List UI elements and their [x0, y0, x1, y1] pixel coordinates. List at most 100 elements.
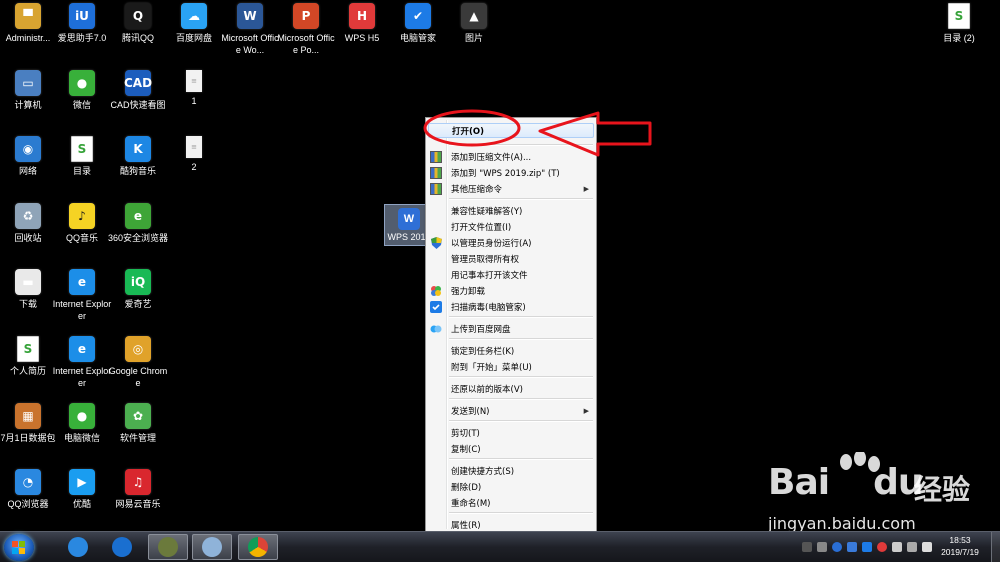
context-menu-item-6[interactable]: 以管理员身份运行(A)	[428, 235, 594, 250]
keyboard-icon[interactable]	[817, 542, 827, 552]
desktop-icon-label: CAD快速看图	[110, 100, 166, 110]
desktop-icon-5[interactable]: P Microsoft Office Po...	[277, 0, 335, 56]
desktop-icon-6[interactable]: H WPS H5	[334, 0, 390, 44]
help-icon[interactable]	[832, 542, 842, 552]
tray-arrow-icon[interactable]	[802, 542, 812, 552]
desktop-icon-11[interactable]: ● 微信	[54, 67, 110, 111]
show-desktop-button[interactable]	[991, 532, 1000, 562]
desktop-icon-28[interactable]: ● 电脑微信	[54, 400, 110, 444]
taskbar-app-2[interactable]	[148, 534, 188, 560]
menu-separator	[449, 398, 593, 400]
shield-icon[interactable]	[847, 542, 857, 552]
uac-shield-icon	[430, 236, 442, 249]
desktop-icon-10[interactable]: ▭ 计算机	[0, 67, 56, 111]
desktop-icon-2[interactable]: Q 腾讯QQ	[110, 0, 166, 44]
software-manager-icon: ✿	[125, 403, 151, 429]
context-menu-item-5[interactable]: 打开文件位置(I)	[428, 219, 594, 234]
submenu-arrow-icon: ▶	[583, 406, 589, 415]
iqiyi-icon: iQ	[125, 269, 151, 295]
context-menu-item-13[interactable]: 附到「开始」菜单(U)	[428, 359, 594, 374]
baidu-netdisk-icon	[430, 323, 442, 335]
context-menu-item-12[interactable]: 锁定到任务栏(K)	[428, 343, 594, 358]
desktop-icon-27[interactable]: ▦ 7月1日数据包	[0, 400, 56, 444]
qq-tray-icon[interactable]	[877, 542, 887, 552]
desktop-icon-label: QQ音乐	[65, 233, 98, 243]
taskbar-app-0[interactable]	[58, 534, 98, 560]
desktop-icon-23[interactable]: iQ 爱奇艺	[110, 266, 166, 310]
qq-icon	[158, 537, 178, 557]
context-menu-item-17[interactable]: 复制(C)	[428, 441, 594, 456]
context-menu-label: 重命名(M)	[451, 498, 491, 509]
context-menu-item-20[interactable]: 重命名(M)	[428, 495, 594, 510]
desktop-icon-15[interactable]: S 目录	[54, 133, 110, 177]
desktop-icon-26[interactable]: ◎ Google Chrome	[108, 333, 168, 389]
context-menu-item-2[interactable]: 添加到 "WPS 2019.zip" (T)	[428, 165, 594, 180]
desktop-icon-label: 360安全浏览器	[107, 233, 169, 243]
speaker-icon[interactable]	[892, 542, 902, 552]
context-menu-item-7[interactable]: 管理员取得所有权	[428, 251, 594, 266]
desktop-icon-label: Internet Explorer	[52, 366, 112, 388]
context-menu-item-4[interactable]: 兼容性疑难解答(Y)	[428, 203, 594, 218]
context-menu-item-8[interactable]: 用记事本打开该文件	[428, 267, 594, 282]
desktop-icon-8[interactable]: ▲ 图片	[446, 0, 502, 44]
context-menu-item-11[interactable]: 上传到百度网盘	[428, 321, 594, 336]
baidu-jingyan-watermark: Bai du 经验 jingyan.baidu.com	[760, 450, 995, 540]
start-button[interactable]	[4, 534, 34, 561]
desktop-icon-label: 爱思助手7.0	[57, 33, 107, 43]
desktop-icon-label: 电脑管家	[399, 33, 436, 43]
desktop-icon-24[interactable]: S 个人简历	[0, 333, 56, 377]
desktop-icon-16[interactable]: K 酷狗音乐	[110, 133, 166, 177]
desktop-icon-22[interactable]: e Internet Explorer	[53, 266, 111, 322]
context-menu-item-15[interactable]: 发送到(N) ▶	[428, 403, 594, 418]
desktop-icon-20[interactable]: e 360安全浏览器	[107, 200, 169, 244]
taskbar-app-3[interactable]	[192, 534, 232, 560]
context-menu-item-10[interactable]: 扫描病毒(电脑管家)	[428, 299, 594, 314]
desktop-icon-label: WPS H5	[344, 33, 380, 43]
desktop-icon-14[interactable]: ◉ 网络	[0, 133, 56, 177]
taskbar-app-1[interactable]	[102, 534, 142, 560]
context-menu-item-21[interactable]: 属性(R)	[428, 517, 594, 532]
context-menu-item-16[interactable]: 剪切(T)	[428, 425, 594, 440]
context-menu-item-1[interactable]: 添加到压缩文件(A)...	[428, 149, 594, 164]
desktop-icon-17[interactable]: ≡ 2	[166, 133, 222, 173]
desktop-icon-29[interactable]: ✿ 软件管理	[110, 400, 166, 444]
winrar-icon	[430, 166, 442, 179]
context-menu-label: 用记事本打开该文件	[451, 270, 528, 281]
desktop-icon-1[interactable]: iU 爱思助手7.0	[54, 0, 110, 44]
context-menu-label: 以管理员身份运行(A)	[451, 238, 532, 249]
context-menu-item-3[interactable]: 其他压缩命令 ▶	[428, 181, 594, 196]
desktop-icon-12[interactable]: CAD CAD快速看图	[110, 67, 166, 111]
desktop-icon-4[interactable]: W Microsoft Office Wo...	[221, 0, 279, 56]
desktop-icon-13[interactable]: ≡ 1	[166, 67, 222, 107]
system-tray	[802, 540, 932, 554]
taskbar-app-4[interactable]	[238, 534, 278, 560]
chrome-icon: ◎	[125, 336, 151, 362]
context-menu-item-14[interactable]: 还原以前的版本(V)	[428, 381, 594, 396]
desktop-icon-18[interactable]: ♻ 回收站	[0, 200, 56, 244]
baidu-netdisk-icon: ☁	[181, 3, 207, 29]
desktop-icon-3[interactable]: ☁ 百度网盘	[166, 0, 222, 44]
context-menu-item-19[interactable]: 删除(D)	[428, 479, 594, 494]
desktop-icon-7[interactable]: ✔ 电脑管家	[390, 0, 446, 44]
menu-separator	[449, 376, 593, 378]
context-menu-item-0[interactable]: 打开(O)	[428, 123, 594, 138]
desktop-icon-21[interactable]: ▬ 下载	[0, 266, 56, 310]
desktop-icon-32[interactable]: ♫ 网易云音乐	[110, 466, 166, 510]
menu-separator	[449, 316, 593, 318]
desktop-icon-19[interactable]: ♪ QQ音乐	[54, 200, 110, 244]
desktop-icon-30[interactable]: ◔ QQ浏览器	[0, 466, 56, 510]
context-menu-item-9[interactable]: 强力卸载	[428, 283, 594, 298]
network-tray-icon[interactable]	[907, 542, 917, 552]
clock[interactable]: 18:53 2019/7/19	[934, 534, 986, 558]
desktop-icon-9[interactable]: S 目录 (2)	[931, 0, 987, 44]
taskbar: 18:53 2019/7/19	[0, 531, 1000, 562]
desktop-icon-25[interactable]: e Internet Explorer	[52, 333, 112, 389]
flag-tray-icon[interactable]	[922, 542, 932, 552]
desktop-icon-label: 网易云音乐	[115, 499, 161, 509]
desktop-icon-label: Google Chrome	[108, 366, 168, 388]
desktop-icon-0[interactable]: ▀ Administr...	[0, 0, 56, 44]
watermark-brand: Bai du	[768, 462, 923, 503]
desktop-icon-31[interactable]: ▶ 优酷	[54, 466, 110, 510]
context-menu-item-18[interactable]: 创建快捷方式(S)	[428, 463, 594, 478]
pc-manager-tray-icon[interactable]	[862, 542, 872, 552]
